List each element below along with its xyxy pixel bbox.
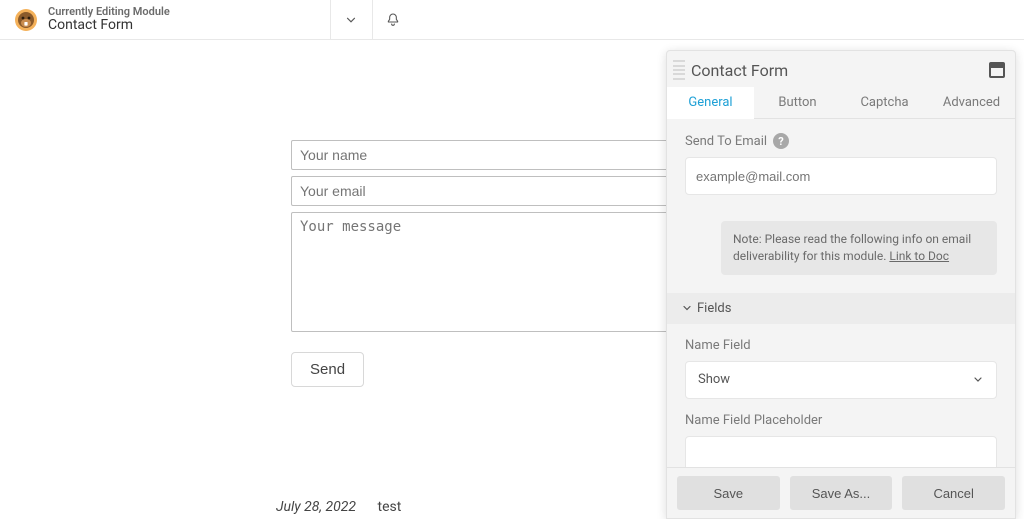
dropdown-toggle[interactable] (330, 0, 372, 40)
note-box: Note: Please read the following info on … (721, 221, 997, 275)
save-as-button[interactable]: Save As... (790, 476, 893, 510)
post-meta: July 28, 2022 test (276, 499, 401, 515)
post-title: test (378, 499, 402, 515)
module-name: Contact Form (48, 18, 170, 33)
expand-icon[interactable] (989, 62, 1005, 78)
post-date: July 28, 2022 (276, 499, 356, 515)
name-placeholder-label: Name Field Placeholder (685, 413, 997, 428)
app-logo (14, 8, 38, 32)
fields-section-label: Fields (697, 301, 731, 316)
send-button[interactable]: Send (291, 352, 364, 387)
name-field-value: Show (698, 372, 730, 387)
name-placeholder-input[interactable] (685, 436, 997, 467)
panel-body: Send To Email ? Note: Please read the fo… (667, 119, 1015, 467)
topbar: Currently Editing Module Contact Form (0, 0, 1024, 40)
settings-tabs: General Button Captcha Advanced (667, 87, 1015, 119)
help-icon[interactable]: ? (773, 133, 789, 149)
bell-icon (385, 12, 401, 28)
note-link[interactable]: Link to Doc (889, 249, 949, 263)
send-to-email-label: Send To Email ? (685, 133, 997, 149)
chevron-down-icon (344, 13, 358, 27)
tab-button[interactable]: Button (754, 87, 841, 118)
notifications-button[interactable] (372, 0, 414, 40)
cancel-button[interactable]: Cancel (902, 476, 1005, 510)
name-field-label: Name Field (685, 338, 997, 353)
panel-title: Contact Form (691, 61, 989, 80)
settings-panel: Contact Form General Button Captcha Adva… (666, 50, 1016, 519)
panel-footer: Save Save As... Cancel (667, 467, 1015, 518)
save-button[interactable]: Save (677, 476, 780, 510)
tab-general[interactable]: General (667, 87, 754, 119)
name-field-select[interactable]: Show (685, 361, 997, 399)
send-to-email-input[interactable] (685, 157, 997, 195)
tab-captcha[interactable]: Captcha (841, 87, 928, 118)
drag-handle[interactable] (673, 59, 685, 81)
tab-advanced[interactable]: Advanced (928, 87, 1015, 118)
fields-section-toggle[interactable]: Fields (667, 293, 1015, 324)
panel-header: Contact Form (667, 51, 1015, 87)
chevron-down-icon (972, 370, 984, 389)
chevron-down-icon (681, 302, 693, 314)
